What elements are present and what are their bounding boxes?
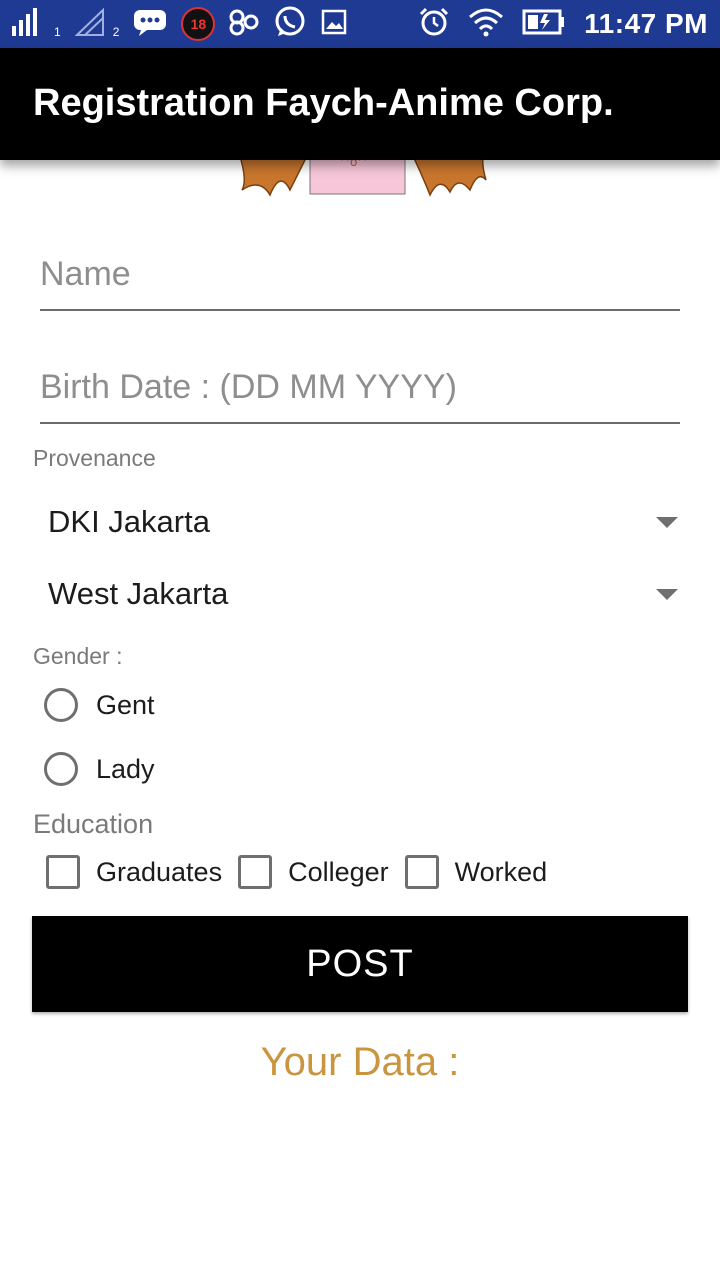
province-spinner[interactable]: DKI Jakarta (48, 492, 680, 552)
city-value: West Jakarta (48, 576, 229, 611)
name-field[interactable] (40, 255, 680, 311)
checkbox[interactable] (404, 855, 439, 889)
education-option-label: Graduates (96, 856, 223, 887)
city-spinner[interactable]: West Jakarta (48, 564, 680, 624)
gallery-icon (321, 9, 347, 40)
signal-empty-icon (74, 7, 105, 41)
education-option-label: Worked (454, 856, 548, 887)
whatsapp-icon (273, 5, 307, 44)
sim1-label: 1 (54, 25, 61, 39)
gender-option-gent[interactable]: Gent (44, 683, 155, 727)
province-value: DKI Jakarta (48, 504, 210, 539)
birth-date-field[interactable] (40, 368, 680, 424)
name-input[interactable] (40, 255, 680, 294)
alarm-icon (418, 6, 450, 43)
notification-badge: 18 (181, 7, 216, 41)
wifi-icon (468, 7, 504, 42)
app-bar: Registration Faych-Anime Corp. (0, 48, 720, 160)
signal-icon (12, 7, 46, 41)
birth-date-input[interactable] (40, 368, 680, 407)
radio-button[interactable] (44, 688, 78, 722)
education-option-label: Colleger (288, 856, 389, 887)
education-option-colleger[interactable]: Colleger (238, 855, 389, 889)
provenance-label: Provenance (33, 445, 156, 471)
status-time: 11:47 PM (584, 8, 708, 39)
gender-label: Gender : (33, 643, 123, 669)
education-options: Graduates Colleger Worked (46, 855, 563, 889)
battery-icon (522, 9, 566, 40)
education-option-worked[interactable]: Worked (404, 855, 548, 889)
post-button[interactable]: POST (32, 916, 688, 1012)
status-bar: 1 2 18 11:47 PM (0, 0, 720, 48)
gender-option-label: Gent (96, 689, 155, 720)
page-title: Registration Faych-Anime Corp. (33, 82, 614, 124)
checkbox[interactable] (46, 855, 80, 889)
education-label: Education (33, 809, 154, 839)
checkbox[interactable] (238, 855, 273, 889)
education-option-graduates[interactable]: Graduates (46, 855, 222, 889)
dropdown-arrow-icon (656, 516, 678, 528)
gender-option-label: Lady (96, 753, 155, 784)
radio-button[interactable] (44, 752, 78, 786)
your-data-label: Your Data : (260, 1040, 460, 1084)
sim2-label: 2 (112, 25, 120, 39)
chat-icon (133, 8, 167, 41)
dropdown-arrow-icon (656, 588, 678, 600)
app-icon (229, 8, 259, 41)
gender-option-lady[interactable]: Lady (44, 747, 155, 791)
